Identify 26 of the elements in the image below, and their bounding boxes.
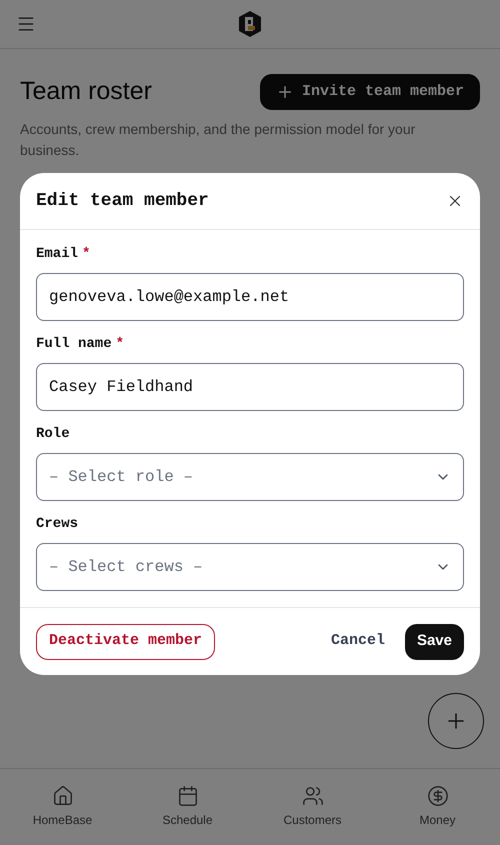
- input-field[interactable]: Casey Fieldhand: [36, 363, 464, 411]
- calendar-icon: [176, 785, 198, 807]
- nav-tab[interactable]: Schedule: [125, 769, 250, 845]
- select-field[interactable]: – Select role –: [36, 453, 464, 501]
- field-label: Role: [36, 425, 70, 444]
- dollar-icon: [426, 785, 448, 807]
- field-label: Crews: [36, 515, 78, 534]
- page-subtitle: Accounts, crew membership, and the permission model for your business.: [20, 120, 416, 160]
- field-label: Email: [36, 245, 78, 264]
- deactivate-button[interactable]: Deactivate member: [36, 624, 216, 660]
- save-button[interactable]: Save: [404, 624, 464, 660]
- required-asterisk: *: [82, 245, 90, 264]
- required-asterisk: *: [116, 335, 124, 354]
- nav-tab[interactable]: Customers: [250, 769, 375, 845]
- house-icon: [52, 785, 74, 807]
- logo-icon: [236, 10, 264, 38]
- nav-tab[interactable]: Money: [375, 769, 500, 845]
- page-title: Team roster: [20, 76, 152, 107]
- input-field[interactable]: genoveva.lowe@example.net: [36, 273, 464, 321]
- cancel-button[interactable]: Cancel: [326, 630, 389, 653]
- nav-tab[interactable]: HomeBase: [0, 769, 125, 845]
- invite-button[interactable]: Invite team member: [260, 74, 480, 110]
- select-field[interactable]: – Select crews –: [36, 543, 464, 591]
- people-icon: [302, 785, 324, 807]
- field-label: Full name: [36, 335, 112, 354]
- dialog-title: Edit team member: [36, 190, 209, 212]
